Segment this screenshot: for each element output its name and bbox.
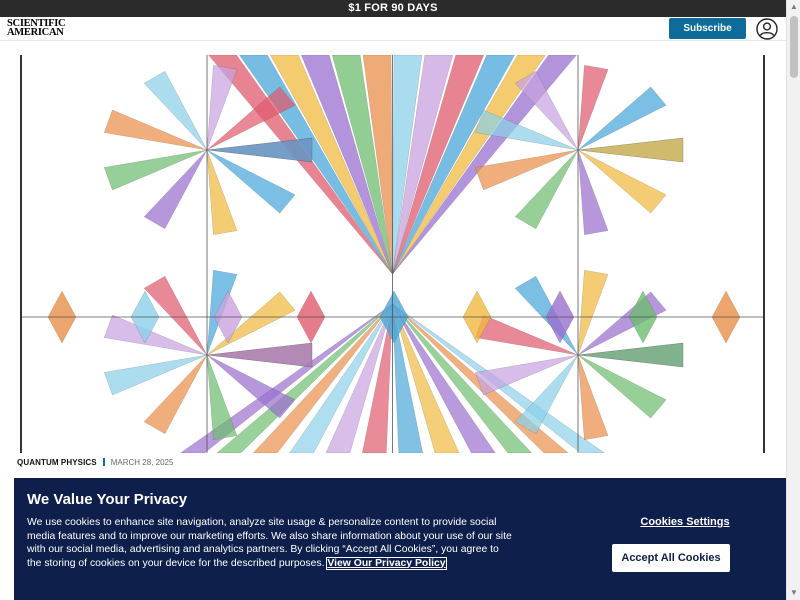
subscribe-button[interactable]: Subscribe xyxy=(669,18,746,39)
scroll-up-arrow-icon[interactable]: ▲ xyxy=(787,0,800,14)
accept-all-cookies-button[interactable]: Accept All Cookies xyxy=(612,544,730,572)
cookie-title: We Value Your Privacy xyxy=(27,491,188,508)
promo-banner[interactable]: $1 FOR 90 DAYS xyxy=(0,0,786,17)
privacy-policy-link[interactable]: View Our Privacy Policy xyxy=(326,556,447,570)
user-account-icon[interactable] xyxy=(756,18,778,40)
cookie-consent-banner: We Value Your Privacy We use cookies to … xyxy=(14,478,786,600)
cookie-description: We use cookies to enhance site navigatio… xyxy=(27,516,513,570)
cookies-settings-button[interactable]: Cookies Settings xyxy=(626,516,744,528)
page: $1 FOR 90 DAYS SCIENTIFIC AMERICAN Subsc… xyxy=(0,0,800,600)
site-logo[interactable]: SCIENTIFIC AMERICAN xyxy=(7,19,66,38)
article-category[interactable]: QUANTUM PHYSICS xyxy=(17,458,97,467)
article-meta: QUANTUM PHYSICS MARCH 28, 2025 xyxy=(17,458,173,468)
quantum-fractal-illustration xyxy=(22,55,763,453)
article-date: MARCH 28, 2025 xyxy=(110,458,174,467)
site-header: SCIENTIFIC AMERICAN Subscribe xyxy=(0,17,786,41)
hero-image xyxy=(20,55,765,453)
logo-line-2: AMERICAN xyxy=(7,26,64,38)
scroll-down-arrow-icon[interactable]: ▼ xyxy=(787,586,800,600)
scroll-thumb[interactable] xyxy=(790,16,798,78)
meta-divider xyxy=(102,458,105,466)
vertical-scrollbar[interactable]: ▲ ▼ xyxy=(786,0,800,600)
